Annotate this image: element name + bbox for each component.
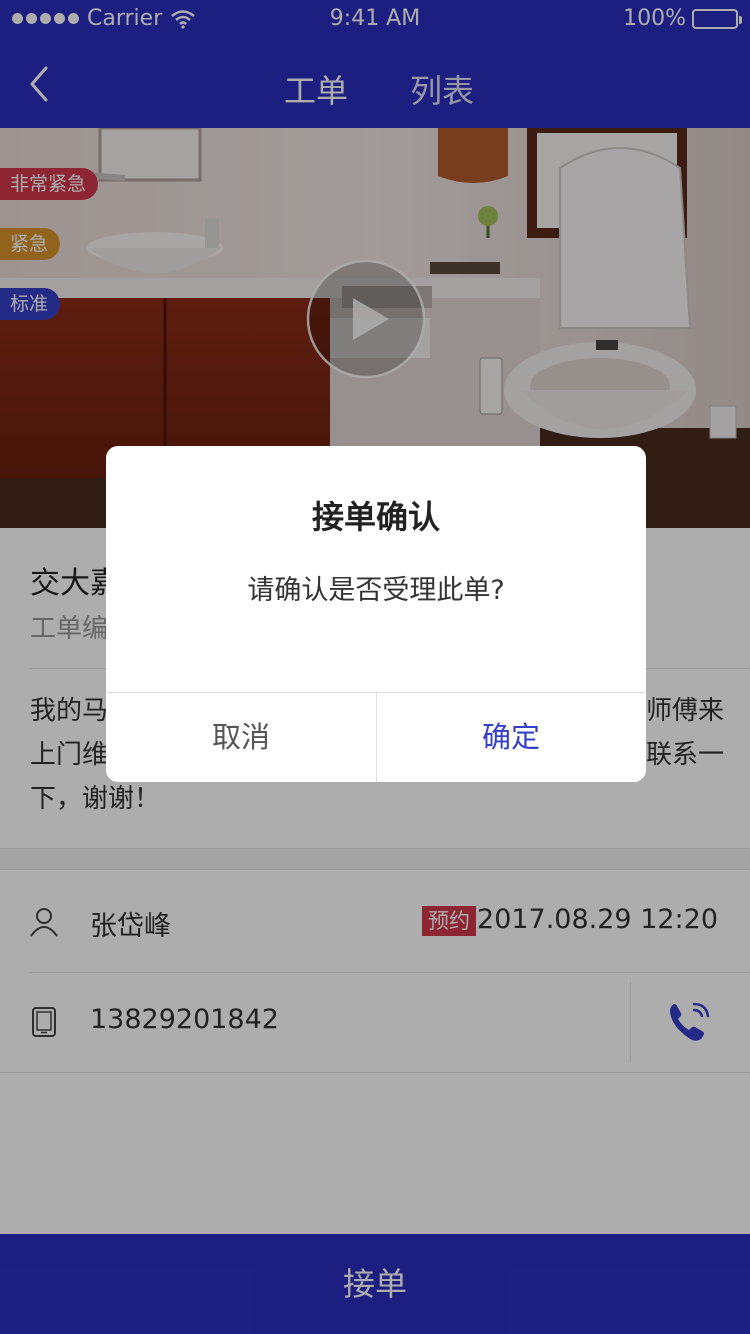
dialog-title: 接单确认 [311, 498, 440, 536]
confirm-dialog: 接单确认 请确认是否受理此单? 取消 确定 [106, 446, 646, 782]
cancel-button[interactable]: 取消 [106, 692, 376, 782]
confirm-button[interactable]: 确定 [376, 692, 646, 782]
dialog-message: 请确认是否受理此单? [247, 575, 505, 606]
